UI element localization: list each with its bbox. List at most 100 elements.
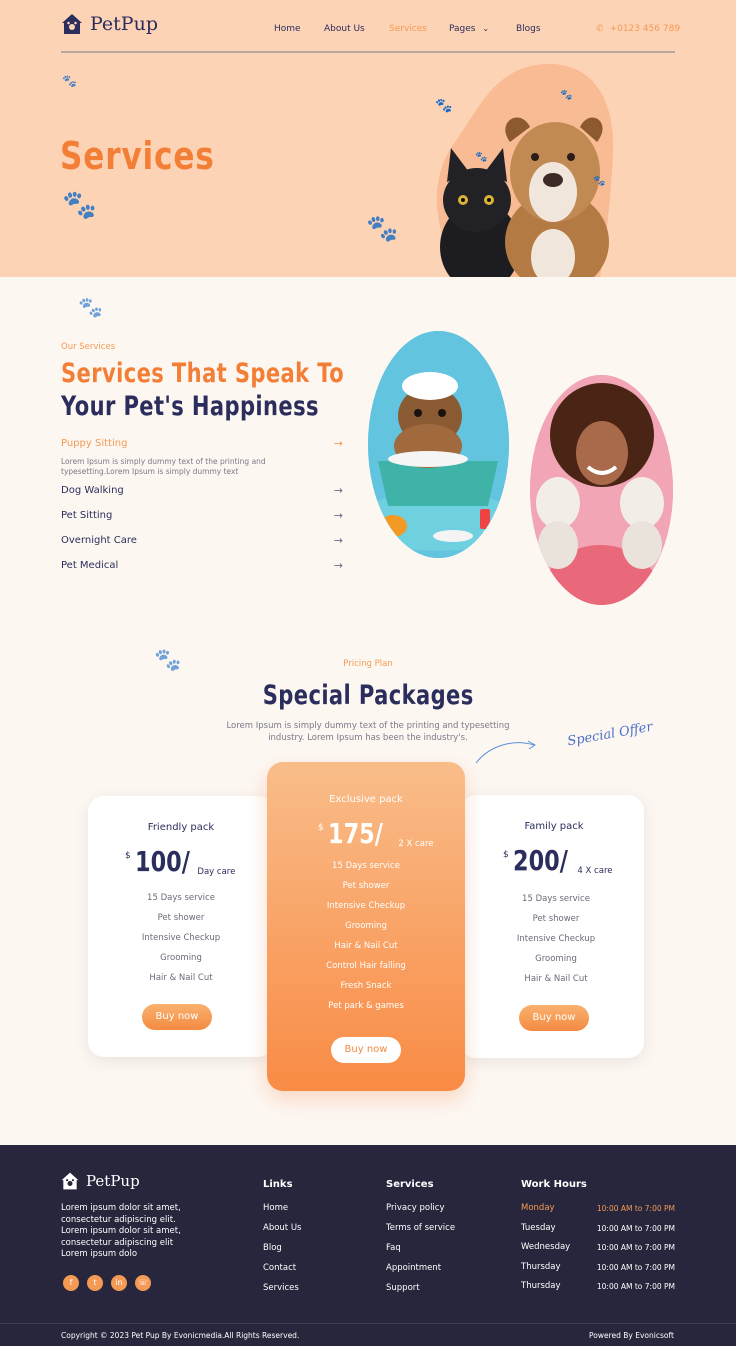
phone-link[interactable]: ✆ +0123 456 789: [596, 24, 680, 34]
plan-amount: 175/: [327, 817, 383, 850]
services-eyebrow: Our Services: [61, 342, 116, 352]
plan-feature: Fresh Snack: [340, 981, 392, 991]
service-item-pet-sitting[interactable]: Pet Sitting →: [61, 509, 343, 522]
plan-currency: $: [318, 823, 324, 833]
plan-feature: Pet park & games: [328, 1001, 404, 1011]
hours-row: Wednesday 10:00 AM to 7:00 PM: [521, 1238, 675, 1258]
paw-icon: 🐾: [62, 74, 77, 88]
footer-about-line: consectetur adipiscing elit: [61, 1237, 174, 1248]
footer-link[interactable]: Services: [263, 1278, 301, 1298]
service-label: Dog Walking: [61, 485, 124, 496]
footer-services: Privacy policy Terms of service Faq Appo…: [386, 1198, 455, 1298]
footer-service-link[interactable]: Faq: [386, 1238, 455, 1258]
service-item-overnight-care[interactable]: Overnight Care →: [61, 534, 343, 547]
nav-home[interactable]: Home: [274, 24, 301, 34]
service-description: Lorem Ipsum is simply dummy text of the …: [61, 457, 266, 476]
plan-price: $ 100/ Day care: [125, 845, 274, 878]
plan-feature: Grooming: [160, 953, 202, 963]
footer-divider: [0, 1323, 736, 1324]
service-label: Overnight Care: [61, 535, 137, 546]
phone-icon: ✆: [596, 24, 604, 34]
footer-logo[interactable]: PetPup: [60, 1171, 140, 1191]
footer-service-link[interactable]: Privacy policy: [386, 1198, 455, 1218]
paw-icon: 🐾: [78, 295, 103, 319]
hours-time: 10:00 AM to 7:00 PM: [596, 1223, 675, 1233]
curved-arrow-icon: [475, 740, 536, 764]
footer-service-link[interactable]: Terms of service: [386, 1218, 455, 1238]
footer-about-line: Lorem ipsum dolor sit amet,: [61, 1226, 181, 1237]
footer-link[interactable]: Blog: [263, 1238, 301, 1258]
service-item-dog-walking[interactable]: Dog Walking →: [61, 484, 343, 497]
service-label: Pet Sitting: [61, 510, 113, 521]
plan-feature: Pet shower: [342, 881, 390, 891]
nav-about[interactable]: About Us: [324, 24, 365, 34]
hours-day: Wednesday: [521, 1242, 571, 1252]
logo[interactable]: PetPup: [60, 12, 158, 36]
plan-feature: Intensive Checkup: [141, 933, 221, 943]
footer-link[interactable]: About Us: [263, 1218, 301, 1238]
service-item-pet-medical[interactable]: Pet Medical →: [61, 559, 343, 572]
twitter-icon[interactable]: t: [87, 1275, 103, 1291]
footer-about: Lorem ipsum dolor sit amet, consectetur …: [61, 1203, 181, 1261]
buy-now-button-friendly[interactable]: Buy now: [142, 1004, 212, 1030]
footer-services-title: Services: [386, 1179, 434, 1190]
pricing-title-wrap: Special Packages: [0, 680, 736, 711]
plan-amount: 200/: [512, 844, 568, 877]
footer-link[interactable]: Contact: [263, 1258, 301, 1278]
plan-price: $ 175/ 2 X care: [318, 817, 465, 850]
service-label: Pet Medical: [61, 560, 119, 571]
nav-pages-label: Pages: [449, 24, 476, 34]
paw-icon: 🐾: [366, 214, 399, 244]
service-item-puppy-sitting[interactable]: Puppy Sitting →: [61, 437, 343, 450]
linkedin-icon[interactable]: in: [111, 1275, 127, 1291]
hours-day: Monday: [521, 1203, 555, 1213]
footer-hours-title: Work Hours: [521, 1179, 587, 1190]
pricing-title: Special Packages: [262, 680, 474, 711]
arrow-right-icon: →: [333, 437, 343, 450]
plan-feature: Intensive Checkup: [326, 901, 406, 911]
plan-feature: Hair & Nail Cut: [334, 941, 398, 951]
hours-day: Thursday: [521, 1281, 561, 1291]
nav-services[interactable]: Services: [389, 24, 427, 34]
plan-feature: Grooming: [345, 921, 387, 931]
hours-day: Thursday: [521, 1261, 561, 1272]
powered-by: Powered By Evonicsoft: [589, 1331, 674, 1340]
arrow-right-icon: →: [333, 534, 343, 547]
pricing-eyebrow: Pricing Plan: [343, 659, 393, 669]
dog-bath-image: [368, 331, 509, 558]
facebook-icon[interactable]: f: [63, 1275, 79, 1291]
page-title: Services: [60, 134, 215, 178]
services-title-line2: Your Pet's Happiness: [61, 391, 319, 422]
plan-feature: Pet shower: [157, 913, 205, 923]
service-label: Puppy Sitting: [61, 438, 128, 449]
nav-pages[interactable]: Pages ⌄: [449, 24, 489, 34]
footer-links: Home About Us Blog Contact Services: [263, 1198, 301, 1298]
brand-name: PetPup: [90, 13, 158, 35]
plan-feature: 15 Days service: [522, 894, 590, 904]
plan-feature: 15 Days service: [147, 893, 215, 903]
arrow-right-icon: →: [333, 509, 343, 522]
plan-features: 15 Days service Pet shower Intensive Che…: [267, 856, 465, 1016]
paw-icon: 🐾: [62, 188, 97, 221]
arrow-right-icon: →: [333, 484, 343, 497]
buy-now-button-exclusive[interactable]: Buy now: [331, 1037, 401, 1063]
footer-service-link[interactable]: Appointment: [386, 1258, 455, 1278]
plan-unit: 4 X care: [577, 866, 613, 876]
plan-name: Friendly pack: [147, 822, 215, 833]
footer-link[interactable]: Home: [263, 1198, 301, 1218]
footer-links-title: Links: [263, 1179, 293, 1190]
hours-time: 10:00 AM to 7:00 PM: [596, 1204, 675, 1213]
hours-row: Monday 10:00 AM to 7:00 PM: [521, 1199, 675, 1219]
footer-service-link[interactable]: Support: [386, 1278, 455, 1298]
paw-house-icon: [61, 1172, 79, 1190]
hero-section: PetPup Home About Us Services Pages ⌄ Bl…: [0, 0, 736, 277]
buy-now-button-family[interactable]: Buy now: [519, 1005, 589, 1031]
svg-text:🐾: 🐾: [435, 98, 452, 114]
social-links: f t in ☏: [63, 1275, 151, 1291]
plan-feature: Grooming: [535, 954, 577, 964]
copyright: Copyright © 2023 Pet Pup By Evonicmedia.…: [61, 1331, 300, 1340]
plan-features: 15 Days service Pet shower Intensive Che…: [460, 889, 644, 989]
nav-blogs[interactable]: Blogs: [516, 24, 541, 34]
plan-feature: Hair & Nail Cut: [524, 974, 588, 984]
whatsapp-icon[interactable]: ☏: [135, 1275, 151, 1291]
